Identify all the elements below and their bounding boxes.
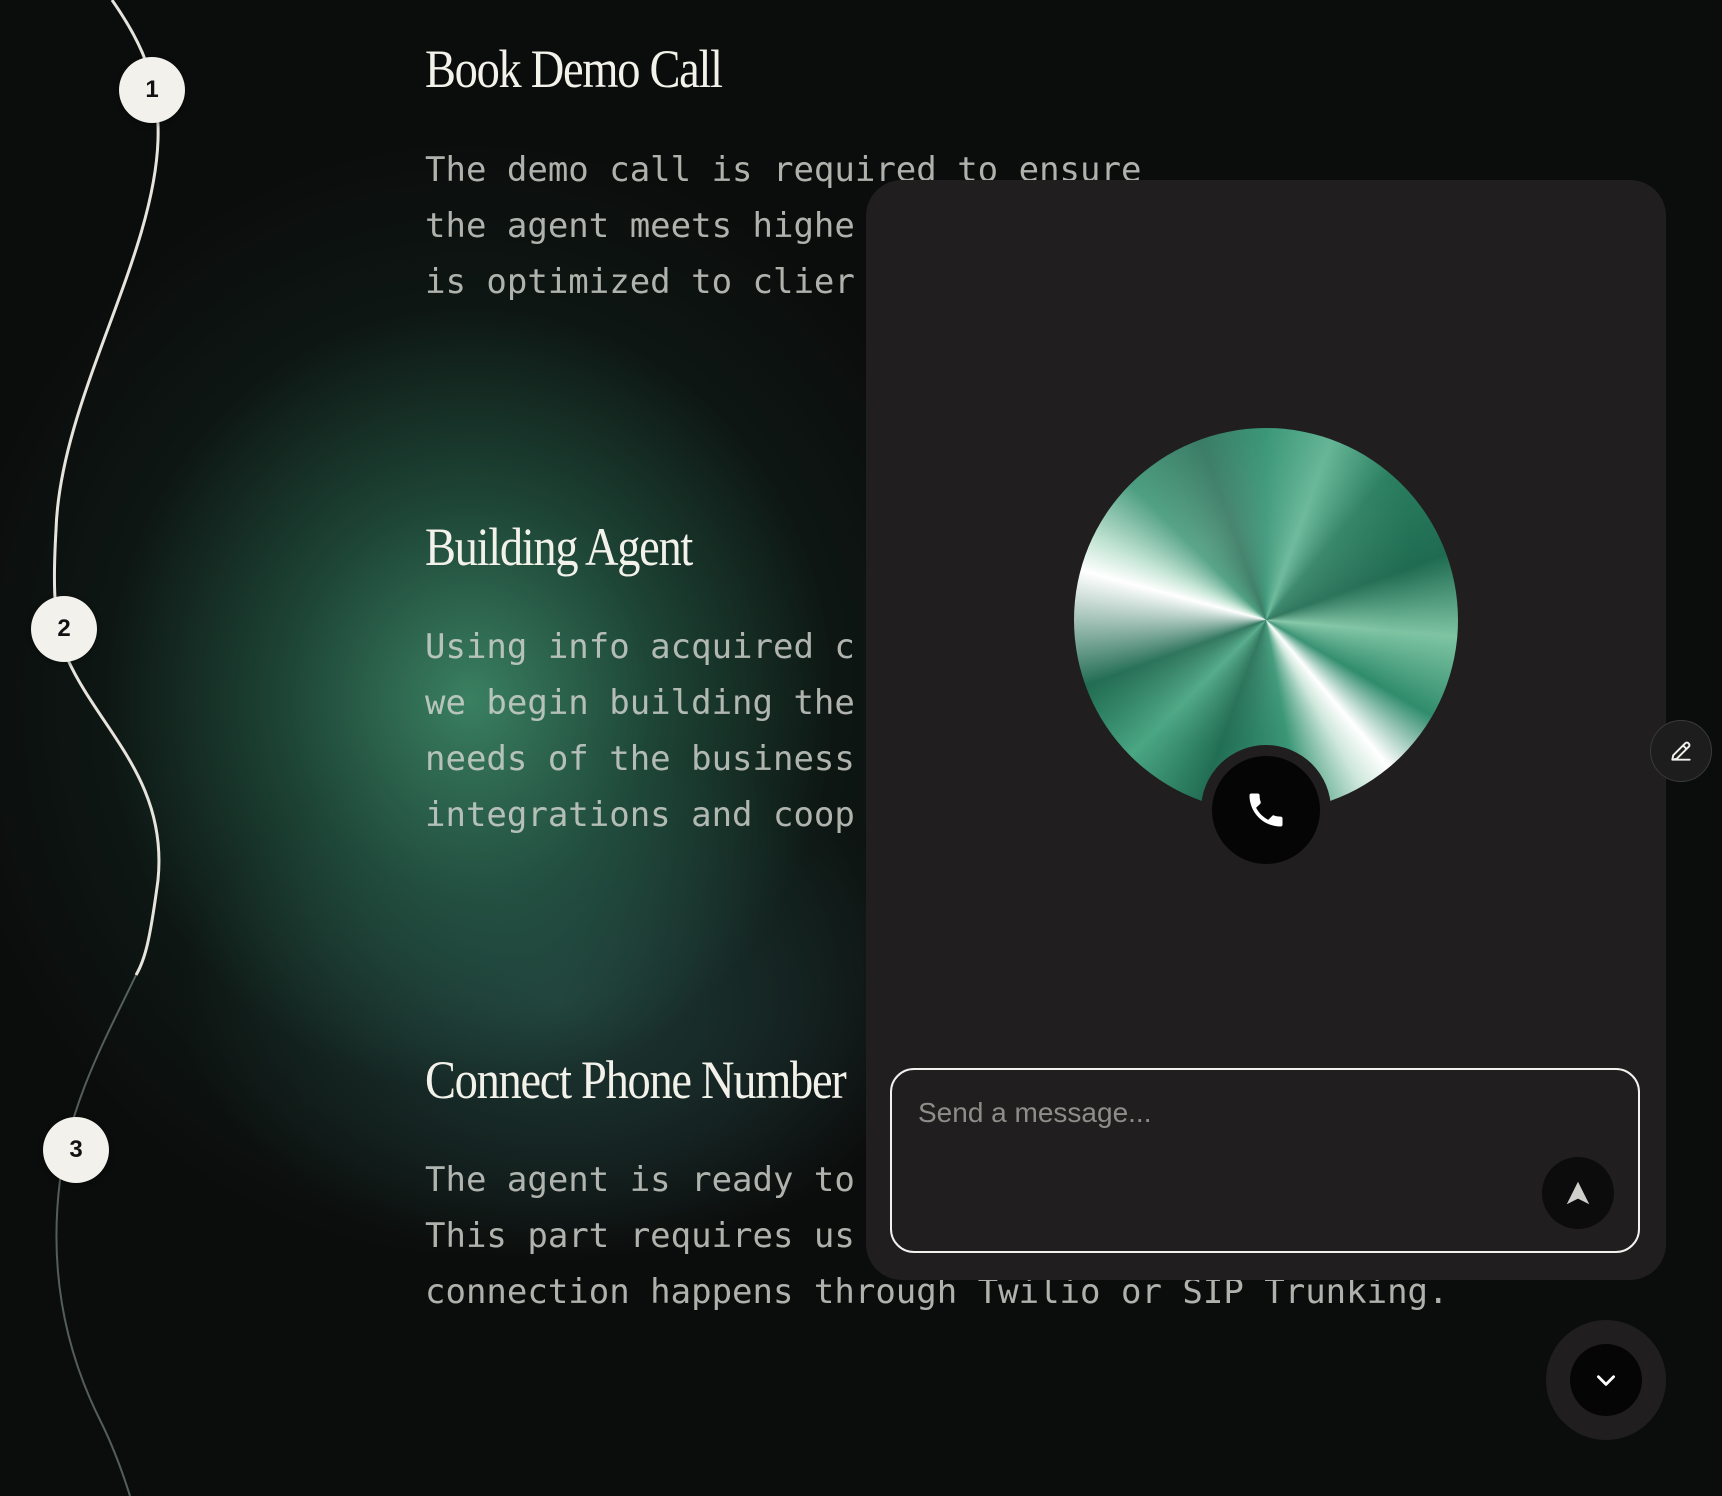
send-button[interactable] — [1542, 1157, 1614, 1229]
step-number-2: 2 — [31, 596, 97, 662]
message-input[interactable] — [916, 1096, 1520, 1130]
step-title-connect-phone-number: Connect Phone Number — [425, 1050, 847, 1110]
pencil-icon — [1671, 741, 1691, 761]
edit-button[interactable] — [1650, 720, 1712, 782]
phone-icon — [1249, 793, 1283, 827]
call-button[interactable] — [1212, 756, 1320, 864]
message-composer — [890, 1068, 1640, 1253]
timeline-path — [52, 0, 161, 1496]
step-number-1: 1 — [119, 57, 185, 123]
step-title-building-agent: Building Agent — [425, 517, 693, 577]
collapse-button[interactable] — [1570, 1344, 1642, 1416]
step-number-3: 3 — [43, 1117, 109, 1183]
send-icon — [1566, 1181, 1590, 1205]
step-body-building-agent: Using info acquired c we begin building … — [425, 627, 855, 835]
chevron-down-icon — [1597, 1375, 1615, 1386]
step-title-book-demo-call: Book Demo Call — [425, 39, 723, 99]
